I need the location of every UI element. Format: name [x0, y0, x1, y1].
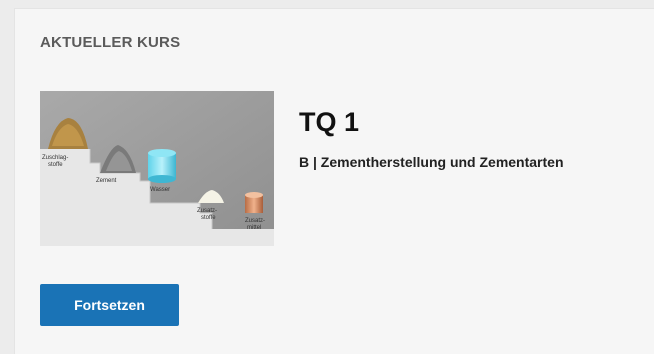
label-zusatzmittel-1: Zusatz-	[245, 218, 265, 224]
current-course-card: AKTUELLER KURS Zuschlag- stoffe Zement W…	[14, 8, 654, 354]
label-zusatzstoffe-1: Zusatz-	[197, 208, 217, 214]
cement-ingredients-illustration: Zuschlag- stoffe Zement Wasser Zusatz- s…	[40, 91, 274, 246]
label-zusatzmittel-2: mittel	[247, 225, 261, 231]
label-zusatzstoffe-2: stoffe	[201, 215, 216, 221]
label-zuschlagstoffe-1: Zuschlag-	[42, 155, 68, 161]
label-zuschlagstoffe-2: stoffe	[48, 162, 63, 168]
label-wasser: Wasser	[150, 187, 170, 193]
course-title[interactable]: TQ 1	[299, 107, 359, 138]
continue-button[interactable]: Fortsetzen	[40, 284, 179, 326]
course-subtitle: B | Zementherstellung und Zementarten	[299, 154, 564, 170]
section-title: AKTUELLER KURS	[40, 34, 181, 51]
course-thumbnail[interactable]: Zuschlag- stoffe Zement Wasser Zusatz- s…	[40, 91, 274, 246]
label-zement: Zement	[96, 178, 117, 184]
